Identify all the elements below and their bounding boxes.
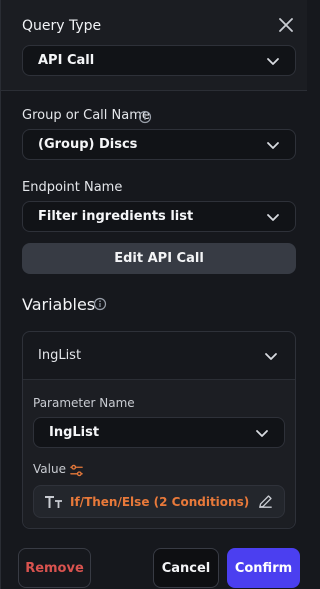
value-expression: If/Then/Else (2 Conditions)	[70, 494, 250, 509]
variables-title: Variables	[22, 295, 96, 314]
value-field[interactable]: If/Then/Else (2 Conditions)	[33, 485, 285, 518]
chevron-down-icon	[256, 429, 268, 437]
variable-name: IngList	[38, 348, 82, 363]
info-icon[interactable]	[93, 297, 107, 311]
sliders-icon[interactable]	[69, 463, 84, 478]
query-type-title: Query Type	[22, 18, 102, 34]
chevron-down-icon	[267, 57, 279, 65]
cancel-button[interactable]: Cancel	[153, 548, 219, 588]
value-label: Value	[33, 462, 66, 476]
edit-api-call-button[interactable]: Edit API Call	[22, 243, 296, 274]
endpoint-select[interactable]: Filter ingredients list	[22, 201, 296, 232]
text-type-icon	[45, 495, 62, 508]
query-panel: Query Type API Call Group or Call Name (…	[0, 0, 307, 589]
chevron-down-icon	[265, 352, 277, 360]
parameter-name-value: IngList	[49, 425, 100, 440]
parameter-name-label: Parameter Name	[33, 396, 135, 410]
parameter-name-select[interactable]: IngList	[33, 417, 285, 448]
query-type-value: API Call	[38, 53, 95, 68]
group-value: (Group) Discs	[38, 137, 138, 152]
endpoint-value: Filter ingredients list	[38, 209, 194, 224]
variable-header[interactable]: IngList	[23, 332, 295, 380]
confirm-button[interactable]: Confirm	[227, 548, 300, 588]
remove-button[interactable]: Remove	[18, 548, 91, 588]
endpoint-label: Endpoint Name	[22, 180, 123, 195]
group-select[interactable]: (Group) Discs	[22, 129, 296, 160]
pencil-icon[interactable]	[257, 493, 274, 510]
close-button[interactable]	[275, 14, 297, 36]
group-label: Group or Call Name	[22, 108, 150, 123]
close-icon	[279, 18, 293, 32]
chevron-down-icon	[267, 213, 279, 221]
query-type-header: Query Type API Call	[1, 0, 307, 91]
chevron-down-icon	[267, 141, 279, 149]
query-type-select[interactable]: API Call	[22, 45, 296, 76]
info-icon[interactable]	[138, 110, 152, 124]
